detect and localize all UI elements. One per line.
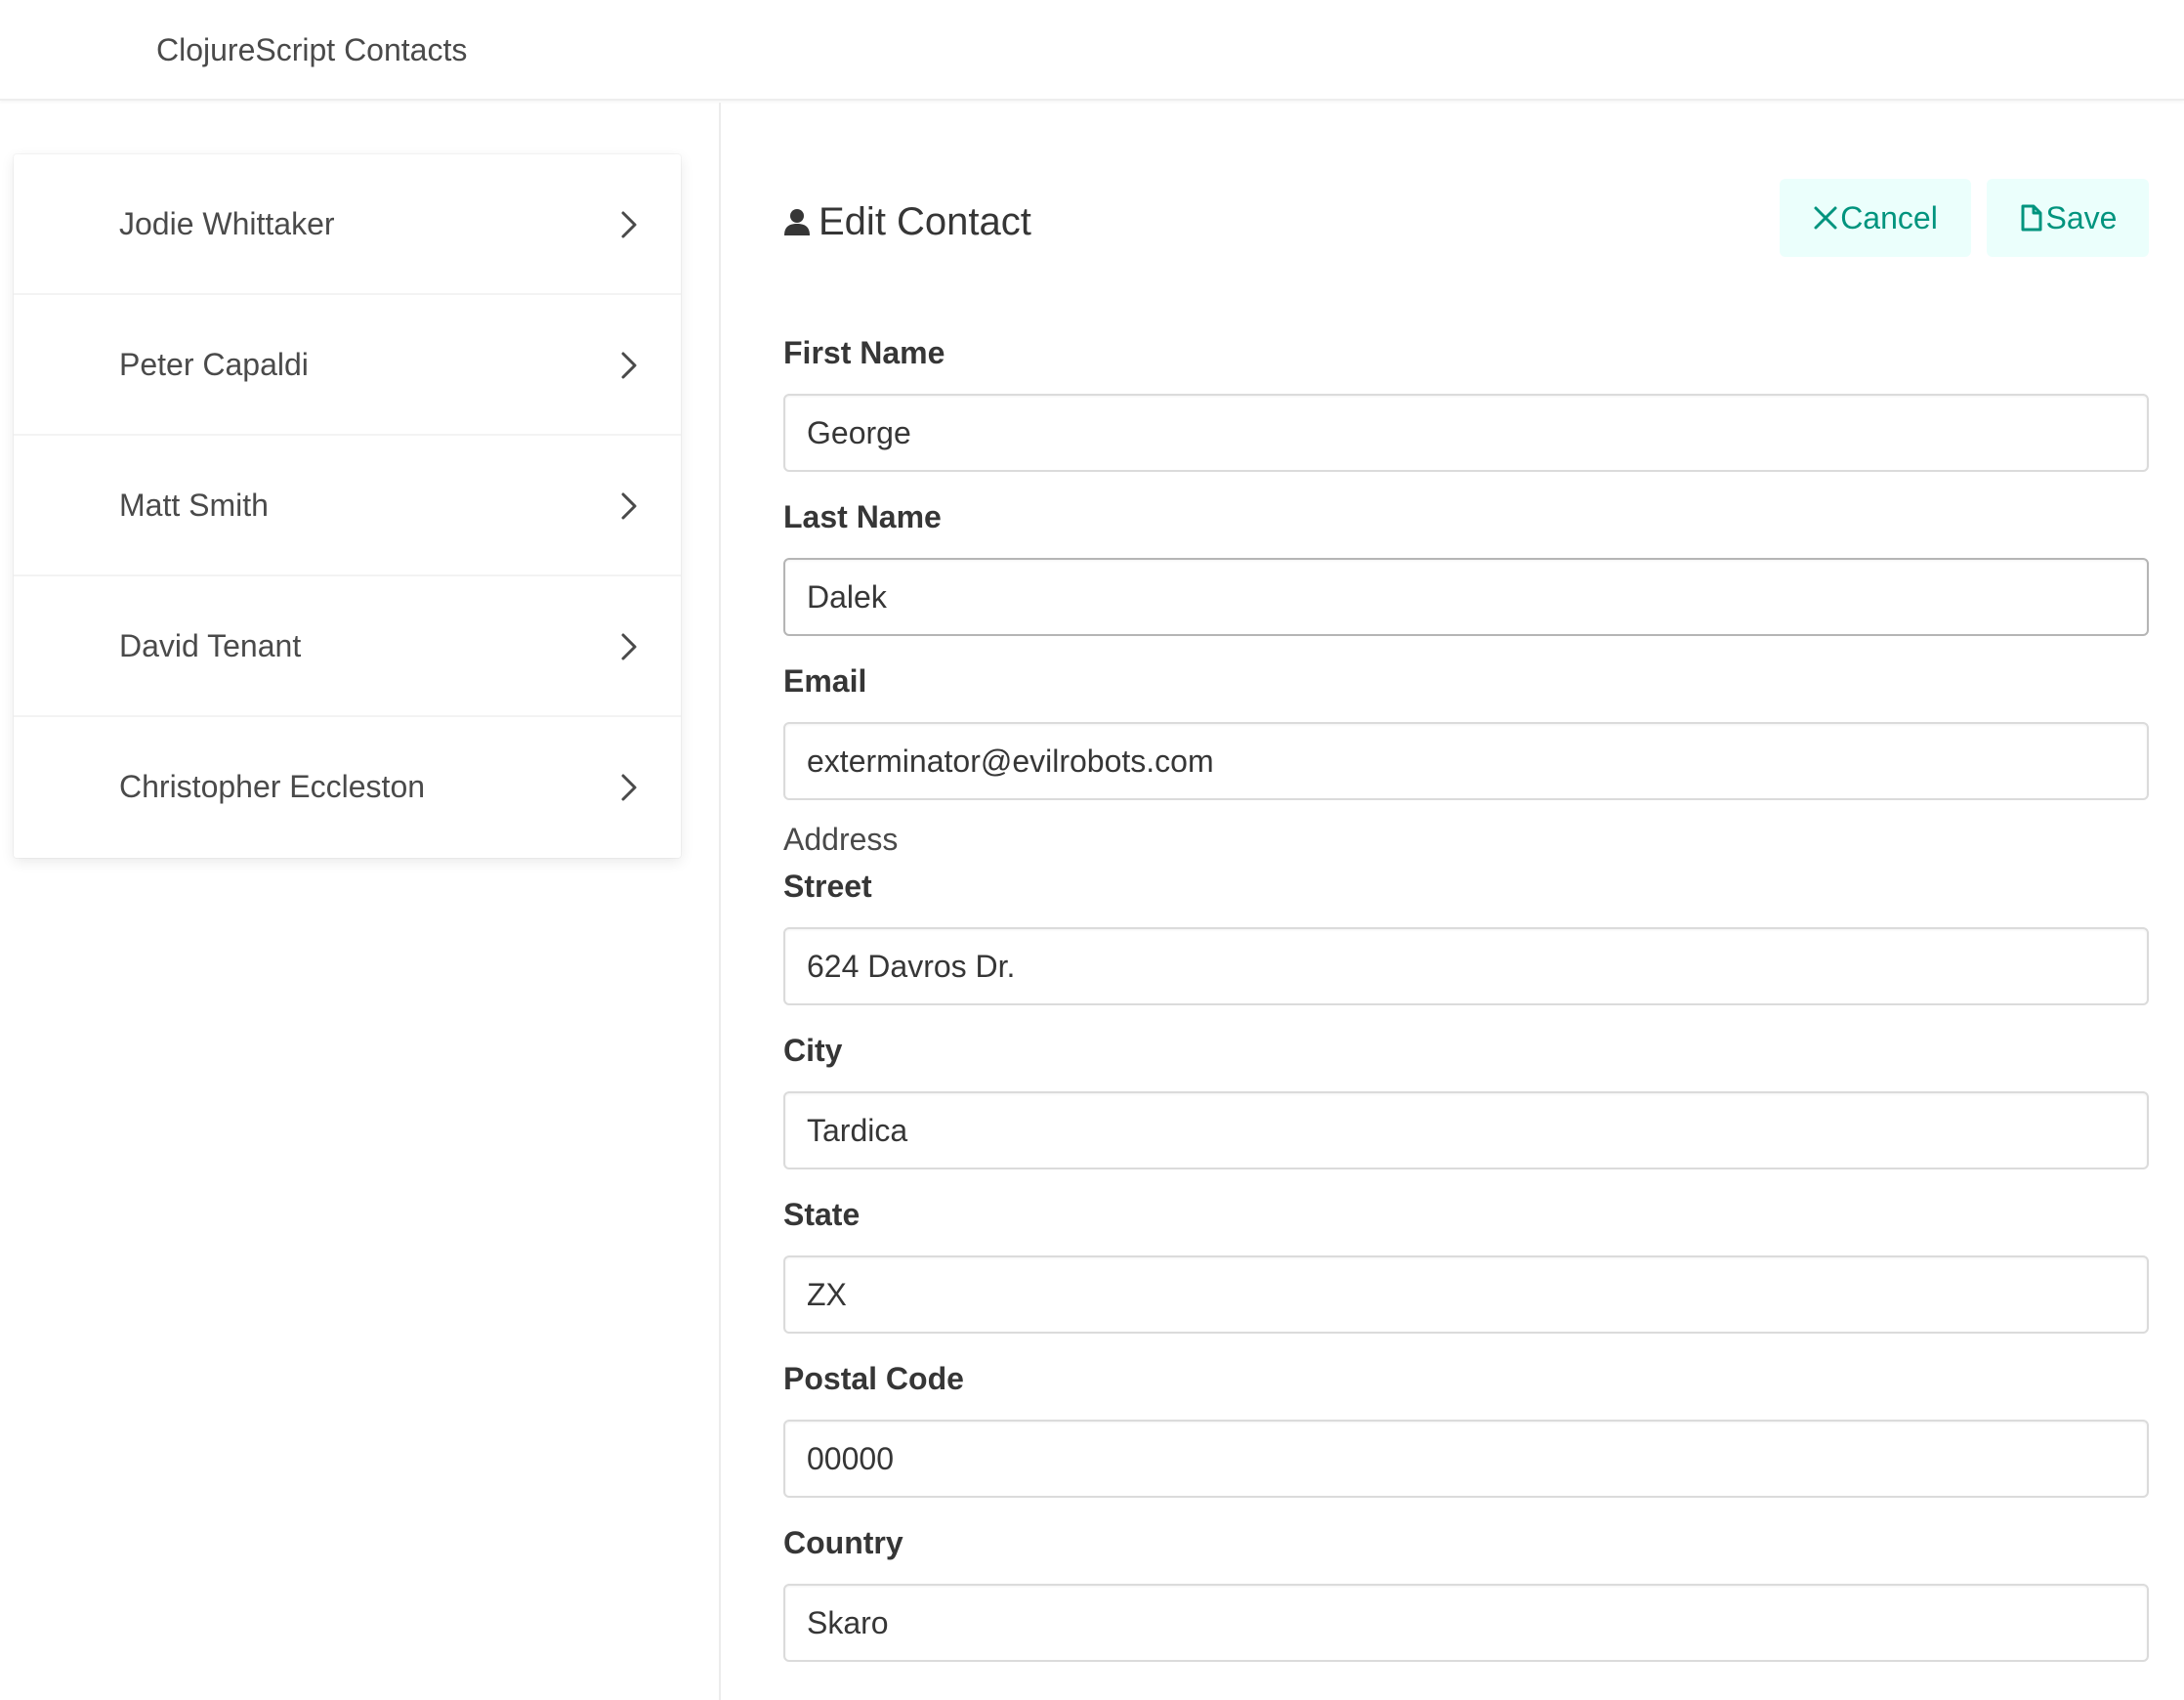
- postal-code-label: Postal Code: [783, 1361, 964, 1396]
- contact-name: Christopher Eccleston: [119, 769, 426, 804]
- state-label: State: [783, 1197, 861, 1232]
- first-name-input[interactable]: [783, 394, 2149, 472]
- app-title[interactable]: ClojureScript Contacts: [156, 27, 467, 72]
- chevron-right-icon: [621, 633, 637, 660]
- save-button[interactable]: Save: [1987, 179, 2149, 257]
- last-name-field: Last Name: [783, 497, 2149, 636]
- sidebar-divider: [719, 103, 721, 1700]
- email-input[interactable]: [783, 722, 2149, 800]
- edit-header: Edit Contact Cancel Save: [783, 101, 2149, 257]
- city-input[interactable]: [783, 1091, 2149, 1169]
- country-field: Country: [783, 1523, 2149, 1662]
- chevron-right-icon: [621, 492, 637, 520]
- contact-list-item[interactable]: David Tenant: [14, 576, 681, 717]
- close-icon: [1814, 206, 1837, 230]
- chevron-right-icon: [621, 774, 637, 801]
- contact-name: Matt Smith: [119, 488, 269, 523]
- user-icon: [784, 209, 810, 235]
- contact-list-item[interactable]: Christopher Eccleston: [14, 717, 681, 858]
- page-title-text: Edit Contact: [819, 200, 1031, 243]
- street-label: Street: [783, 869, 872, 904]
- contact-form: First Name Last Name Email Address Stree…: [783, 333, 2149, 1687]
- edit-contact-panel: Edit Contact Cancel Save First Name Last…: [783, 101, 2149, 1662]
- contact-list: Jodie Whittaker Peter Capaldi Matt Smith…: [14, 154, 681, 858]
- contact-name: Jodie Whittaker: [119, 206, 335, 241]
- first-name-field: First Name: [783, 333, 2149, 472]
- postal-code-field: Postal Code: [783, 1359, 2149, 1498]
- contact-list-item[interactable]: Matt Smith: [14, 436, 681, 576]
- contact-name: David Tenant: [119, 628, 302, 663]
- postal-code-input[interactable]: [783, 1420, 2149, 1498]
- file-icon: [2021, 204, 2042, 232]
- save-button-label: Save: [2045, 199, 2118, 235]
- street-input[interactable]: [783, 927, 2149, 1005]
- email-field: Email: [783, 661, 2149, 800]
- top-navbar: ClojureScript Contacts: [0, 0, 2184, 101]
- country-label: Country: [783, 1525, 903, 1560]
- chevron-right-icon: [621, 211, 637, 238]
- contact-name: Peter Capaldi: [119, 347, 309, 382]
- first-name-label: First Name: [783, 335, 945, 370]
- last-name-label: Last Name: [783, 499, 942, 534]
- city-label: City: [783, 1033, 843, 1068]
- last-name-input[interactable]: [783, 558, 2149, 636]
- state-input[interactable]: [783, 1255, 2149, 1334]
- cancel-button-label: Cancel: [1840, 199, 1938, 235]
- contact-list-item[interactable]: Jodie Whittaker: [14, 154, 681, 295]
- city-field: City: [783, 1031, 2149, 1169]
- email-label: Email: [783, 663, 867, 699]
- country-input[interactable]: [783, 1584, 2149, 1662]
- contact-list-item[interactable]: Peter Capaldi: [14, 295, 681, 436]
- cancel-button[interactable]: Cancel: [1780, 179, 1971, 257]
- street-field: Street: [783, 867, 2149, 1005]
- address-section-label: Address: [783, 822, 899, 857]
- chevron-right-icon: [621, 352, 637, 379]
- state-field: State: [783, 1195, 2149, 1334]
- page-title: Edit Contact: [783, 194, 1031, 249]
